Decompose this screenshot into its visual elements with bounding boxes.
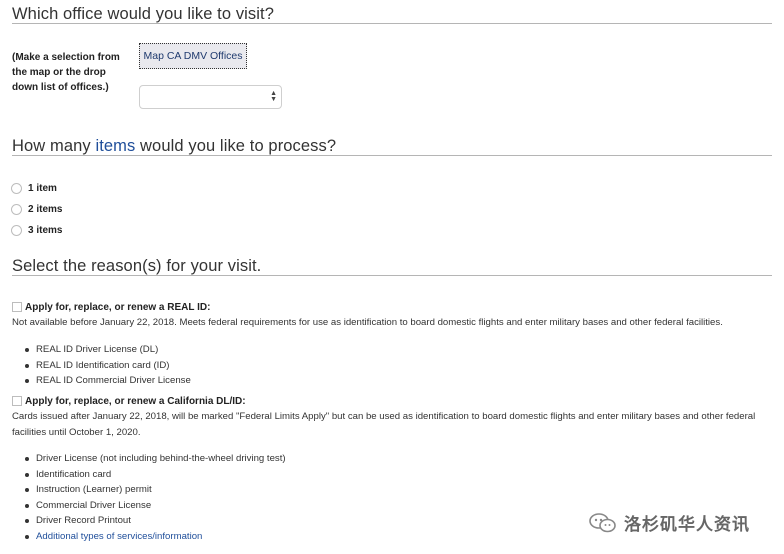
ca-dl-checkbox[interactable] — [12, 396, 22, 406]
items-section-divider — [12, 155, 772, 156]
radio-button[interactable] — [11, 203, 22, 215]
real-id-checkbox[interactable] — [12, 302, 22, 312]
reasons-section-title: Select the reason(s) for your visit. — [12, 257, 262, 275]
ca-dl-list: Driver License (not including behind-the… — [25, 451, 286, 545]
office-instructions: (Make a selection from the map or the dr… — [12, 52, 120, 93]
additional-services-link[interactable]: Additional types of services/information — [25, 529, 286, 545]
items-title-link[interactable]: items — [95, 137, 135, 155]
watermark-text: 洛杉矶华人资讯 — [624, 515, 750, 534]
real-id-description: Not available before January 22, 2018. M… — [12, 317, 723, 328]
list-item: REAL ID Driver License (DL) — [25, 342, 191, 358]
list-item: Driver License (not including behind-the… — [25, 451, 286, 467]
items-option-label: 3 items — [28, 224, 63, 236]
items-option-2[interactable]: 2 items — [11, 202, 62, 216]
office-section-title: Which office would you like to visit? — [12, 5, 275, 23]
real-id-list: REAL ID Driver License (DL) REAL ID Iden… — [25, 342, 191, 389]
items-option-label: 1 item — [28, 182, 57, 194]
radio-button[interactable] — [11, 182, 22, 194]
items-option-3[interactable]: 3 items — [11, 223, 62, 237]
real-id-option[interactable]: Apply for, replace, or renew a REAL ID: — [12, 300, 210, 314]
list-item: Commercial Driver License — [25, 498, 286, 514]
reasons-section-divider — [12, 275, 772, 276]
real-id-label: Apply for, replace, or renew a REAL ID: — [25, 301, 211, 313]
items-option-label: 2 items — [28, 203, 63, 215]
items-option-1[interactable]: 1 item — [11, 181, 57, 195]
watermark: 洛杉矶华人资讯 — [588, 510, 750, 535]
items-title-prefix: How many — [12, 137, 96, 155]
select-updown-icon: ▲ ▼ — [270, 90, 277, 103]
items-section-title: How many items would you like to process… — [12, 137, 336, 156]
list-item: Driver Record Printout — [25, 513, 286, 529]
ca-dl-description: Cards issued after January 22, 2018, wil… — [12, 411, 756, 438]
list-item: Identification card — [25, 467, 286, 483]
items-title-suffix: would you like to process? — [135, 137, 337, 155]
radio-button[interactable] — [11, 224, 22, 236]
ca-dl-option[interactable]: Apply for, replace, or renew a Californi… — [12, 394, 246, 408]
office-section-divider — [12, 23, 772, 24]
list-item: Instruction (Learner) permit — [25, 482, 286, 498]
ca-dl-label: Apply for, replace, or renew a Californi… — [25, 395, 246, 407]
map-offices-button[interactable]: Map CA DMV Offices — [139, 43, 247, 69]
office-select[interactable]: ▲ ▼ — [139, 85, 282, 109]
list-item: REAL ID Identification card (ID) — [25, 358, 191, 374]
wechat-icon — [589, 512, 616, 532]
list-item: REAL ID Commercial Driver License — [25, 373, 191, 389]
